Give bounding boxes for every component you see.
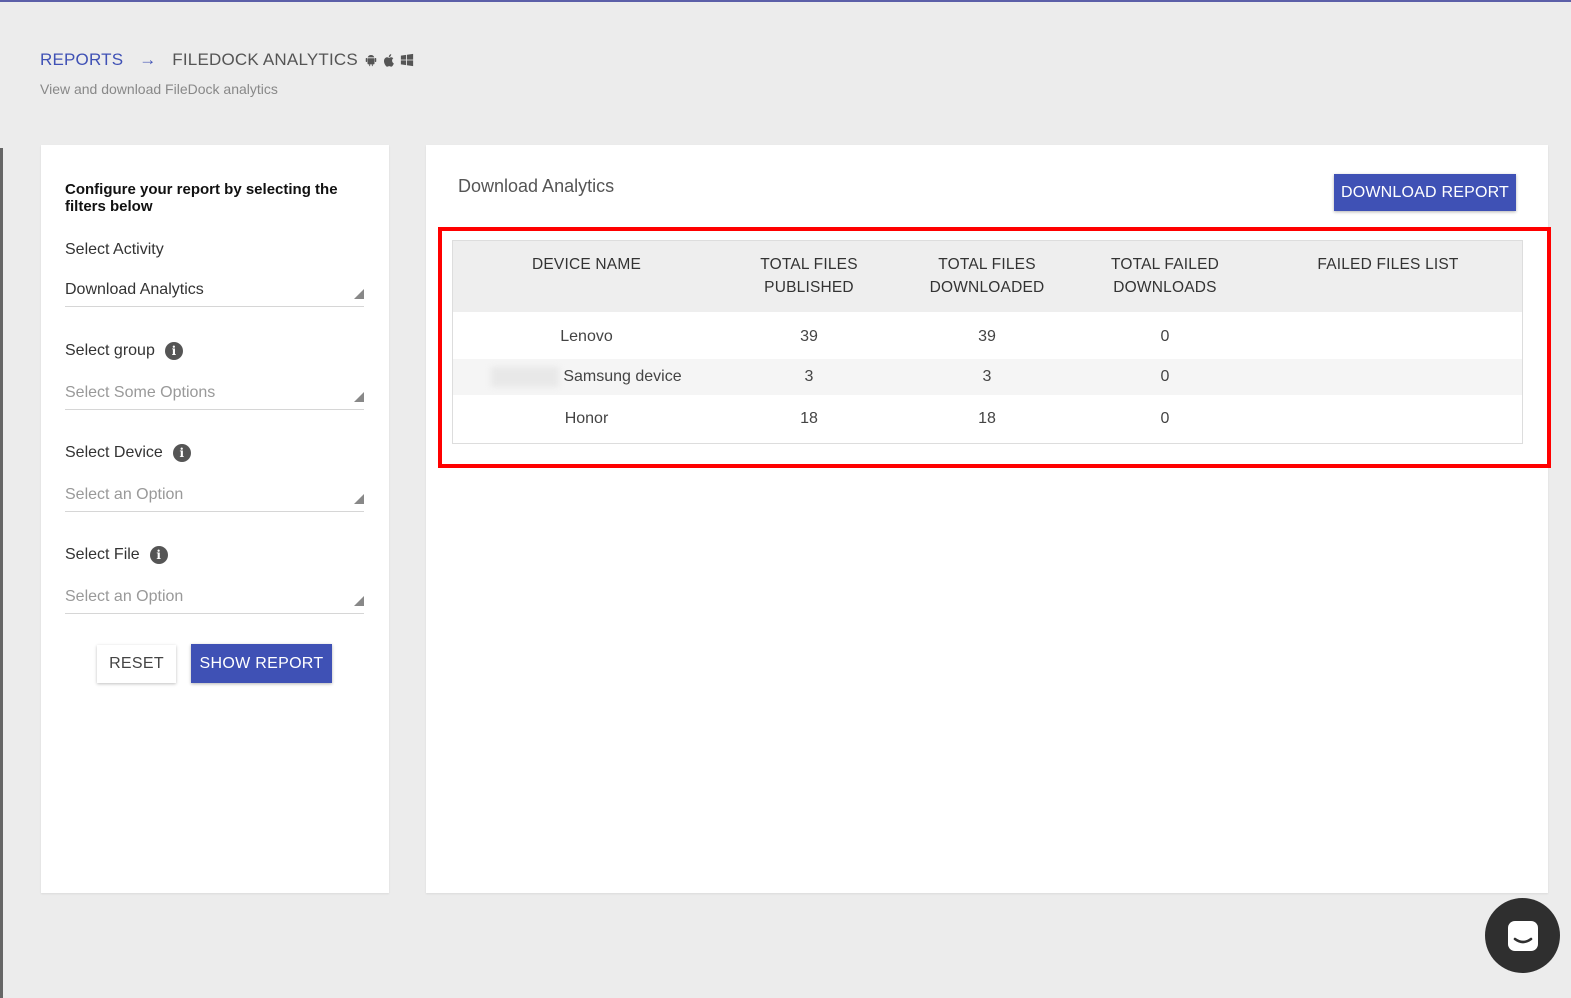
cell-failed: 0 bbox=[1160, 327, 1170, 345]
file-label: Select File i bbox=[65, 546, 168, 564]
breadcrumb-arrow-icon: → bbox=[139, 50, 157, 69]
dropdown-caret-icon bbox=[354, 391, 364, 402]
android-icon bbox=[365, 54, 377, 67]
group-select[interactable]: Select Some Options bbox=[65, 376, 364, 410]
file-info-icon[interactable]: i bbox=[149, 546, 168, 564]
cell-device-name: Samsung device bbox=[453, 359, 720, 395]
left-edge-rule bbox=[0, 148, 3, 998]
reset-button[interactable]: RESET bbox=[97, 645, 176, 683]
device-select-placeholder: Select an Option bbox=[65, 485, 184, 503]
cell-downloaded: 39 bbox=[978, 327, 996, 345]
dropdown-caret-icon bbox=[354, 595, 364, 606]
cell-device-name: Lenovo bbox=[560, 327, 613, 345]
windows-icon bbox=[400, 53, 414, 67]
analytics-title: Download Analytics bbox=[458, 176, 615, 196]
filter-panel-heading: Configure your report by selecting the f… bbox=[65, 181, 338, 215]
header-device-name[interactable]: DEVICE NAME bbox=[453, 241, 720, 312]
cell-failed-list bbox=[1254, 312, 1522, 359]
activity-label: Select Activity bbox=[65, 241, 164, 259]
cell-failed: 0 bbox=[1076, 359, 1254, 395]
dropdown-caret-icon bbox=[354, 493, 364, 504]
cell-failed-list bbox=[1254, 395, 1522, 443]
cell-published: 18 bbox=[800, 410, 818, 427]
analytics-table: DEVICE NAME TOTAL FILES PUBLISHED TOTAL … bbox=[453, 241, 1522, 443]
cell-downloaded: 3 bbox=[898, 359, 1076, 395]
table-header-row: DEVICE NAME TOTAL FILES PUBLISHED TOTAL … bbox=[453, 241, 1522, 312]
chat-icon bbox=[1507, 920, 1538, 951]
file-label-text: Select File bbox=[65, 546, 140, 563]
analytics-table-container: DEVICE NAME TOTAL FILES PUBLISHED TOTAL … bbox=[452, 240, 1523, 444]
analytics-panel: Download Analytics DOWNLOAD REPORT DEVIC… bbox=[426, 145, 1551, 893]
show-report-button[interactable]: SHOW REPORT bbox=[191, 644, 332, 683]
breadcrumb-reports-link[interactable]: REPORTS bbox=[40, 50, 123, 70]
table-row: Lenovo 39 39 0 bbox=[453, 312, 1522, 359]
activity-select[interactable]: Download Analytics bbox=[65, 273, 364, 307]
breadcrumb-current: FILEDOCK ANALYTICS bbox=[172, 50, 358, 69]
header-total-failed-downloads[interactable]: TOTAL FAILED DOWNLOADS bbox=[1076, 241, 1254, 312]
file-select-placeholder: Select an Option bbox=[65, 587, 184, 605]
cell-published: 39 bbox=[800, 327, 818, 345]
group-label-text: Select group bbox=[65, 342, 155, 359]
activity-select-value: Download Analytics bbox=[65, 280, 204, 298]
redacted-blur bbox=[491, 367, 560, 387]
cell-failed-list bbox=[1254, 359, 1522, 395]
top-accent-rule bbox=[0, 0, 1571, 2]
header-total-files-published[interactable]: TOTAL FILES PUBLISHED bbox=[720, 241, 898, 312]
cell-published: 3 bbox=[720, 359, 898, 395]
device-select[interactable]: Select an Option bbox=[65, 478, 364, 512]
cell-device-name: Honor bbox=[564, 410, 609, 427]
platform-icons bbox=[364, 53, 414, 67]
filter-panel: Configure your report by selecting the f… bbox=[41, 145, 389, 893]
cell-downloaded: 18 bbox=[978, 410, 996, 427]
dropdown-caret-icon bbox=[354, 288, 364, 299]
header-failed-files-list[interactable]: FAILED FILES LIST bbox=[1254, 241, 1522, 312]
download-report-button[interactable]: DOWNLOAD REPORT bbox=[1334, 174, 1516, 211]
header-total-files-downloaded[interactable]: TOTAL FILES DOWNLOADED bbox=[898, 241, 1076, 312]
device-info-icon[interactable]: i bbox=[172, 444, 191, 462]
device-label: Select Device i bbox=[65, 444, 191, 462]
page-subtitle: View and download FileDock analytics bbox=[40, 81, 278, 97]
apple-icon bbox=[383, 54, 394, 67]
activity-label-text: Select Activity bbox=[65, 241, 164, 258]
cell-failed: 0 bbox=[1160, 410, 1170, 427]
table-row: Samsung device 3 3 0 bbox=[453, 359, 1522, 395]
table-row: Honor 18 18 0 bbox=[453, 395, 1522, 443]
group-select-placeholder: Select Some Options bbox=[65, 383, 216, 401]
chat-launcher-button[interactable] bbox=[1485, 898, 1560, 973]
group-info-icon[interactable]: i bbox=[164, 342, 183, 360]
group-label: Select group i bbox=[65, 342, 183, 360]
file-select[interactable]: Select an Option bbox=[65, 580, 364, 614]
device-label-text: Select Device bbox=[65, 444, 163, 461]
breadcrumb: REPORTS → FILEDOCK ANALYTICS bbox=[40, 50, 414, 70]
